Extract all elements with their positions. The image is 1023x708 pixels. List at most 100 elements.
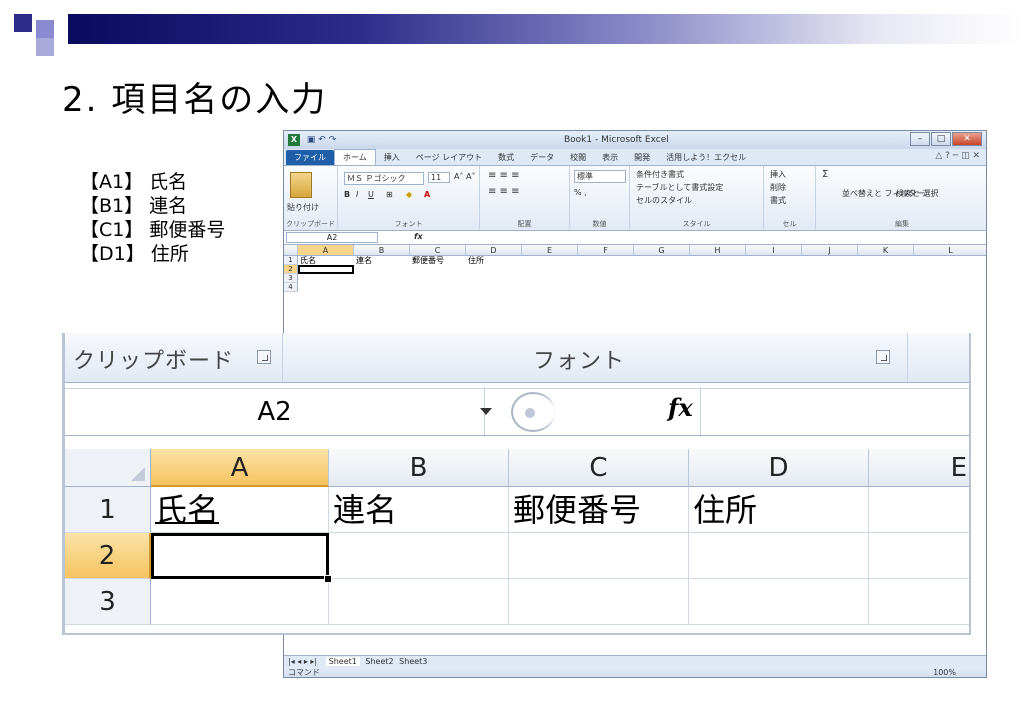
undo-icon[interactable]: ↶ <box>318 135 326 145</box>
font-color-icon[interactable]: A <box>424 190 430 199</box>
zoom-row-header-1[interactable]: 1 <box>65 487 151 533</box>
zoom-cell-b3[interactable] <box>329 579 509 625</box>
zoom-cell-c3[interactable] <box>509 579 689 625</box>
grow-font-icon[interactable]: A˄ A˅ <box>454 172 476 181</box>
minimize-button[interactable]: – <box>910 132 930 146</box>
cell-styles-button[interactable]: セルのスタイル <box>636 195 692 206</box>
tab-developer[interactable]: 開発 <box>626 150 658 165</box>
zoom-row-header-2[interactable]: 2 <box>65 533 151 579</box>
underline-icon[interactable]: U <box>368 190 374 199</box>
col-header-e[interactable]: E <box>522 245 578 256</box>
zoom-cell-b2[interactable] <box>329 533 509 579</box>
col-header-f[interactable]: F <box>578 245 634 256</box>
redo-icon[interactable]: ↷ <box>329 135 337 145</box>
table-format-button[interactable]: テーブルとして書式設定 <box>636 182 723 193</box>
select-all-corner[interactable] <box>284 245 298 256</box>
zoom-col-header-d[interactable]: D <box>689 449 869 487</box>
percent-icon[interactable]: % , <box>574 188 587 197</box>
help-icon[interactable]: △ ? ─ ◫ ✕ <box>935 151 980 161</box>
sheet-tab-2[interactable]: Sheet2 <box>365 657 393 666</box>
tab-page-layout[interactable]: ページ レイアウト <box>408 150 490 165</box>
col-header-l[interactable]: L <box>914 245 986 256</box>
row-header-4[interactable]: 4 <box>284 283 298 292</box>
cell-a2-active[interactable] <box>298 265 354 274</box>
autosum-icon[interactable]: Σ <box>822 169 828 180</box>
namebox-dropdown-icon[interactable] <box>480 408 492 415</box>
clipboard-launcher-icon[interactable] <box>257 350 271 364</box>
delete-button[interactable]: 削除 <box>770 182 786 193</box>
border-icon[interactable]: ⊞ <box>386 190 393 199</box>
col-header-i[interactable]: I <box>746 245 802 256</box>
italic-icon[interactable]: I <box>356 190 358 199</box>
align-horizontal-icons[interactable]: ≡ ≡ ≡ <box>488 186 520 197</box>
insert-function-icon[interactable]: fx <box>668 393 693 422</box>
zoom-cell-a1[interactable]: 氏名 <box>151 487 329 533</box>
col-header-h[interactable]: H <box>690 245 746 256</box>
maximize-button[interactable]: □ <box>931 132 951 146</box>
zoom-cell-e1[interactable] <box>869 487 969 533</box>
zoom-col-header-c[interactable]: C <box>509 449 689 487</box>
save-icon[interactable]: ▣ <box>307 135 316 145</box>
zoom-col-header-e[interactable]: E <box>869 449 969 487</box>
cond-format-button[interactable]: 条件付き書式 <box>636 169 684 180</box>
insert-button[interactable]: 挿入 <box>770 169 786 180</box>
align-icons[interactable]: ≡ ≡ ≡ <box>488 170 520 181</box>
zoom-level[interactable]: 100% <box>933 667 956 677</box>
number-format-select[interactable]: 標準 <box>574 170 626 183</box>
name-box[interactable]: A2 <box>286 232 378 243</box>
zoom-row-header-3[interactable]: 3 <box>65 579 151 625</box>
zoom-cell-b1[interactable]: 連名 <box>329 487 509 533</box>
close-button[interactable]: ✕ <box>952 132 982 146</box>
fill-handle[interactable] <box>324 575 332 583</box>
tab-file[interactable]: ファイル <box>286 150 334 165</box>
tab-view[interactable]: 表示 <box>594 150 626 165</box>
tab-review[interactable]: 校閲 <box>562 150 594 165</box>
tab-formulas[interactable]: 数式 <box>490 150 522 165</box>
paste-icon[interactable] <box>290 172 312 198</box>
sheet-nav-icons[interactable]: |◂ ◂ ▸ ▸| <box>288 657 317 666</box>
zoom-select-all-corner[interactable] <box>65 449 151 487</box>
col-header-k[interactable]: K <box>858 245 914 256</box>
zoom-col-header-b[interactable]: B <box>329 449 509 487</box>
font-size-select[interactable]: 11 <box>428 172 450 183</box>
sheet-tab-3[interactable]: Sheet3 <box>399 657 427 666</box>
zoom-name-box[interactable]: A2 <box>65 389 485 435</box>
zoom-col-header-a[interactable]: A <box>151 449 329 487</box>
font-launcher-icon[interactable] <box>876 350 890 364</box>
formula-cancel-icon[interactable] <box>511 392 555 432</box>
col-header-b[interactable]: B <box>354 245 410 256</box>
bold-icon[interactable]: B <box>344 190 350 199</box>
col-header-a[interactable]: A <box>298 245 354 256</box>
zoom-cell-a3[interactable] <box>151 579 329 625</box>
font-name-select[interactable]: ＭＳ Ｐゴシック <box>344 172 424 185</box>
tab-data[interactable]: データ <box>522 150 562 165</box>
sheet-tab-1[interactable]: Sheet1 <box>325 657 360 666</box>
col-header-g[interactable]: G <box>634 245 690 256</box>
fx-icon[interactable]: fx <box>414 232 423 241</box>
cell-a1[interactable]: 氏名 <box>300 256 316 265</box>
col-header-c[interactable]: C <box>410 245 466 256</box>
cell-d1[interactable]: 住所 <box>468 256 484 265</box>
row-header-3[interactable]: 3 <box>284 274 298 283</box>
zoom-cell-c1[interactable]: 郵便番号 <box>509 487 689 533</box>
zoom-cell-d1[interactable]: 住所 <box>689 487 869 533</box>
zoom-cell-e2[interactable] <box>869 533 969 579</box>
cell-c1[interactable]: 郵便番号 <box>412 256 444 265</box>
zoom-cell-d3[interactable] <box>689 579 869 625</box>
zoom-cell-c2[interactable] <box>509 533 689 579</box>
col-header-j[interactable]: J <box>802 245 858 256</box>
zoom-cell-e3[interactable] <box>869 579 969 625</box>
paste-label[interactable]: 貼り付け <box>287 202 319 213</box>
format-button[interactable]: 書式 <box>770 195 786 206</box>
find-select-button[interactable]: 検索と 選択 <box>896 188 939 199</box>
cell-b1[interactable]: 連名 <box>356 256 372 265</box>
row-header-1[interactable]: 1 <box>284 256 298 265</box>
zoom-cell-d2[interactable] <box>689 533 869 579</box>
tab-insert[interactable]: 挿入 <box>376 150 408 165</box>
tab-addin[interactable]: 活用しよう！エクセル <box>658 150 754 165</box>
zoom-active-cell-a2[interactable] <box>151 533 329 579</box>
tab-home[interactable]: ホーム <box>334 149 376 165</box>
fill-color-icon[interactable]: ◆ <box>406 190 412 199</box>
row-header-2[interactable]: 2 <box>284 265 298 274</box>
col-header-d[interactable]: D <box>466 245 522 256</box>
